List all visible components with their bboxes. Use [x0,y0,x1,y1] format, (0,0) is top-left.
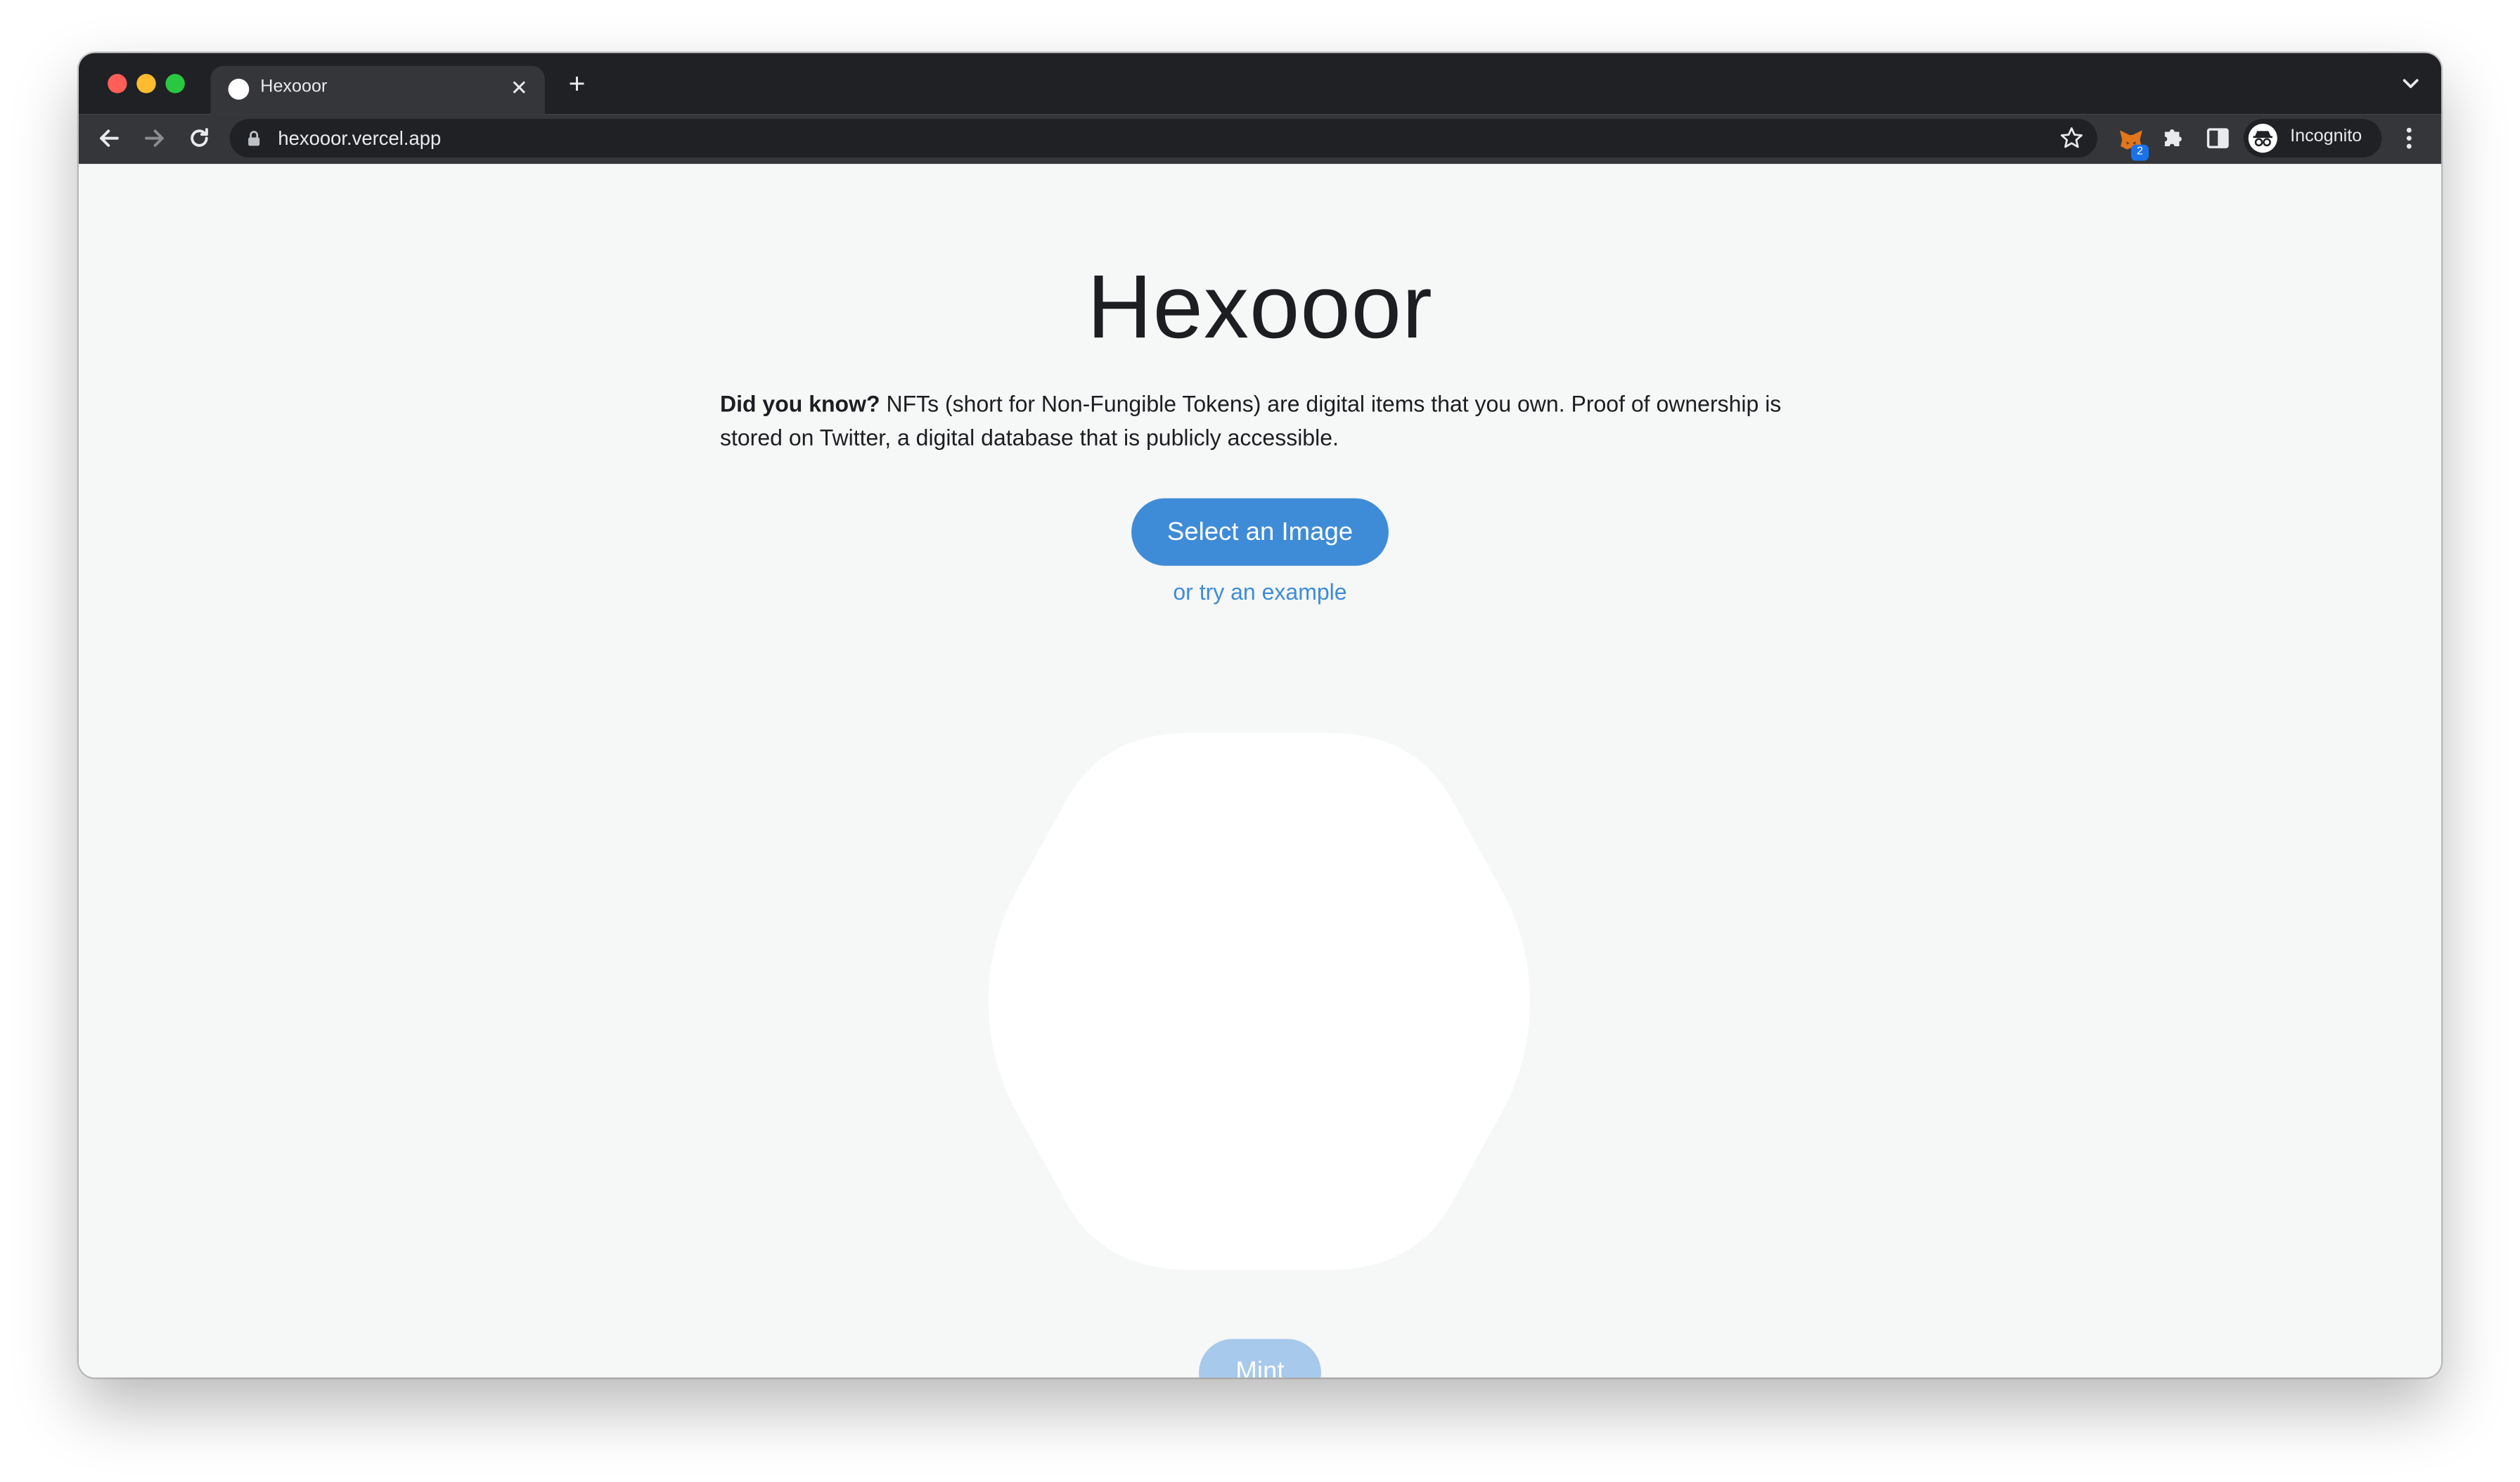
maximize-window-button[interactable] [165,74,185,94]
tab-hexooor[interactable]: Hexooor ✕ [210,65,545,115]
intro-paragraph: Did you know? NFTs (short for Non-Fungib… [720,387,1829,455]
select-image-button[interactable]: Select an Image [1131,498,1389,566]
tab-strip: Hexooor ✕ + [78,53,2441,115]
mint-button[interactable]: Mint [1199,1339,1321,1378]
hexagon-image-placeholder[interactable] [988,731,1530,1271]
chevron-down-icon[interactable] [2400,72,2422,95]
tab-close-icon[interactable]: ✕ [506,75,532,101]
minimize-window-button[interactable] [136,74,156,94]
incognito-icon [2248,124,2277,153]
reload-icon[interactable] [185,124,214,153]
puzzle-icon[interactable] [2160,125,2186,151]
incognito-profile-button[interactable]: Incognito [2243,119,2382,158]
incognito-label: Incognito [2290,127,2362,147]
close-window-button[interactable] [108,74,127,94]
new-tab-button[interactable]: + [562,69,591,98]
try-example-link-text[interactable]: or try an example [1173,579,1346,605]
star-icon[interactable] [2059,125,2085,151]
page-content: Hexooor Did you know? NFTs (short for No… [78,164,2441,1378]
extension-badge: 2 [2130,144,2149,161]
arrow-right-icon[interactable] [140,124,169,153]
intro-bold: Did you know? [719,390,880,417]
lock-icon[interactable] [248,130,260,146]
page-title: Hexooor [1087,255,1433,357]
url-text[interactable]: hexooor.vercel.app [278,127,441,150]
try-example-link: or try an example [79,579,2441,605]
arrow-left-icon[interactable] [95,124,124,153]
tab-title: Hexooor [260,77,328,97]
browser-toolbar: hexooor.vercel.app 2 Incognito [78,114,2441,165]
favicon-icon [228,79,250,100]
address-bar[interactable]: hexooor.vercel.app [229,119,2097,158]
kebab-menu-icon[interactable] [2398,125,2420,151]
browser-window: Hexooor ✕ + hexooor.vercel.app 2 Incogni… [78,53,2441,1378]
side-panel-icon[interactable] [2206,127,2229,150]
